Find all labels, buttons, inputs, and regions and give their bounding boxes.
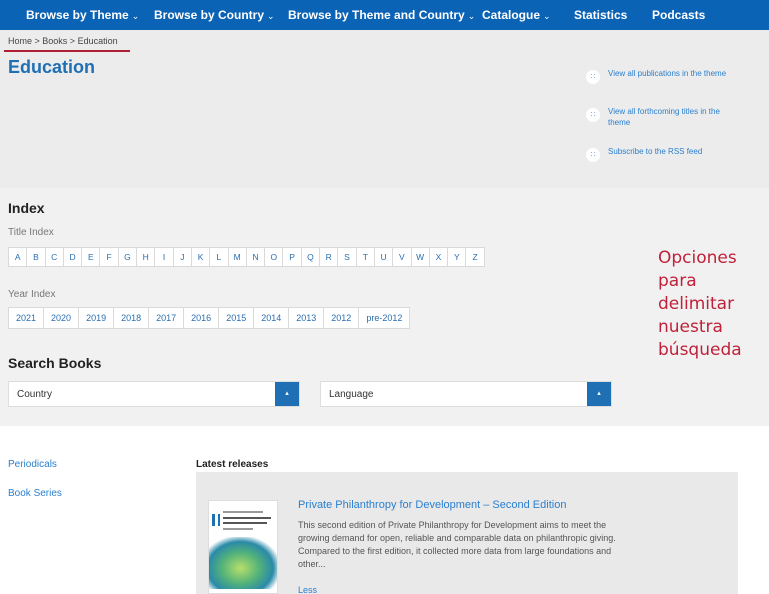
breadcrumb-current: Education [77,36,118,46]
select-arrows-icon[interactable]: ▴ [275,382,299,406]
nav-statistics[interactable]: Statistics [574,8,627,22]
breadcrumb-home[interactable]: Home [8,36,32,46]
rss-link-subscribe[interactable]: ∷ Subscribe to the RSS feed [586,146,736,162]
nav-catalogue[interactable]: Catalogue ⌄ [482,8,551,22]
chevron-down-icon: ⌄ [467,11,476,21]
title-index-letter[interactable]: V [392,247,412,267]
title-index-letter[interactable]: B [26,247,46,267]
rss-link-text: View all publications in the theme [608,69,727,78]
index-title: Index [8,200,45,216]
year-index-list: 2021 2020 2019 2018 2017 2016 2015 2014 2013 2012… [8,307,411,329]
nav-label: Browse by Theme [26,8,129,22]
title-index-letter[interactable]: U [373,247,394,267]
rss-link-forthcoming[interactable]: ∷ View all forthcoming titles in the the… [586,106,736,128]
title-index-letter[interactable]: E [81,247,101,267]
country-select-value: Country [17,389,53,400]
cover-text-line [223,528,253,530]
breadcrumb-highlight [4,50,130,52]
select-arrows-icon[interactable]: ▴ [587,382,611,406]
breadcrumb-separator: > [32,36,43,46]
rss-icon: ∷ [586,70,600,84]
nav-label: Catalogue [482,8,541,22]
title-index-label: Title Index [8,227,54,238]
cover-text-line [223,522,267,524]
year-index-item[interactable]: pre-2012 [358,307,411,329]
title-index-letter[interactable]: Q [300,247,321,267]
cover-text-line [223,511,263,513]
title-index-letter[interactable]: Z [465,247,485,267]
nav-label: Statistics [574,8,628,22]
title-index-letter[interactable]: W [410,247,430,267]
title-index-letter[interactable]: K [190,247,211,267]
year-index-item[interactable]: 2015 [218,307,255,329]
title-index-letter[interactable]: X [428,247,449,267]
title-index-letter[interactable]: I [154,247,174,267]
nav-browse-by-theme-and-country[interactable]: Browse by Theme and Country ⌄ [288,8,475,22]
breadcrumb-separator: > [67,36,78,46]
chevron-down-icon: ⌄ [131,11,140,21]
rss-icon: ∷ [586,108,600,122]
title-index-letter[interactable]: F [99,247,119,267]
chevron-down-icon: ⌄ [543,11,551,21]
year-index-item[interactable]: 2013 [288,307,325,329]
chevron-logo-icon [212,514,220,526]
country-select[interactable]: Country ▴ [8,381,300,407]
year-index-item[interactable]: 2012 [323,307,360,329]
nav-label: Browse by Country [154,8,265,22]
less-link[interactable]: Less [298,585,317,594]
rss-link-text: View all forthcoming titles in the theme [608,107,720,127]
year-index-item[interactable]: 2014 [253,307,290,329]
chevron-down-icon: ⌄ [267,11,275,21]
year-index-item[interactable]: 2018 [113,307,150,329]
sidebar-periodicals[interactable]: Periodicals [8,459,57,470]
title-index-letters: ABCDEFGHIJKLMNOPQRSTUVWXYZ [8,247,485,267]
release-title-link[interactable]: Private Philanthropy for Development – S… [298,499,566,511]
search-books-title: Search Books [8,355,102,371]
language-select-value: Language [329,389,374,400]
nav-label: Podcasts [652,8,706,22]
title-index-letter[interactable]: G [117,247,138,267]
title-index-letter[interactable]: H [136,247,156,267]
year-index-item[interactable]: 2016 [183,307,220,329]
year-index-item[interactable]: 2020 [43,307,80,329]
title-index-letter[interactable]: M [227,247,247,267]
year-index-item[interactable]: 2019 [78,307,115,329]
title-index-letter[interactable]: L [209,247,229,267]
release-description: This second edition of Private Philanthr… [298,520,616,569]
breadcrumb: Home > Books > Education [8,36,118,46]
title-index-letter[interactable]: Y [447,247,467,267]
rss-link-text: Subscribe to the RSS feed [608,147,703,156]
cover-text-line [223,517,271,519]
annotation-note: Opciones para delimitar nuestra búsqueda [658,248,742,360]
page-title: Education [8,57,96,77]
title-index-letter[interactable]: J [172,247,192,267]
title-index-letter[interactable]: D [62,247,83,267]
cover-artwork [209,537,277,589]
year-index-label: Year Index [8,289,56,300]
language-select[interactable]: Language ▴ [320,381,612,407]
title-index-letter[interactable]: P [282,247,302,267]
title-index-letter[interactable]: R [319,247,339,267]
title-index-letter[interactable]: O [264,247,284,267]
breadcrumb-books[interactable]: Books [42,36,67,46]
year-index-item[interactable]: 2021 [8,307,45,329]
title-index-letter[interactable]: S [337,247,357,267]
title-index-letter[interactable]: T [355,247,375,267]
year-index-item[interactable]: 2017 [148,307,185,329]
title-index-letter[interactable]: N [245,247,266,267]
nav-podcasts[interactable]: Podcasts [652,8,705,22]
book-cover-image[interactable] [208,500,278,594]
title-index-letter[interactable]: C [44,247,64,267]
latest-releases-title: Latest releases [196,459,269,470]
rss-link-all-publications[interactable]: ∷ View all publications in the theme [586,68,736,84]
nav-browse-by-country[interactable]: Browse by Country ⌄ [154,8,275,22]
top-nav: Browse by Theme ⌄ Browse by Country ⌄ Brow… [0,0,769,30]
rss-icon: ∷ [586,148,600,162]
nav-browse-by-theme[interactable]: Browse by Theme ⌄ [26,8,139,22]
nav-label: Browse by Theme and Country [288,8,465,22]
title-index-letter[interactable]: A [8,247,28,267]
sidebar-book-series[interactable]: Book Series [8,488,62,499]
